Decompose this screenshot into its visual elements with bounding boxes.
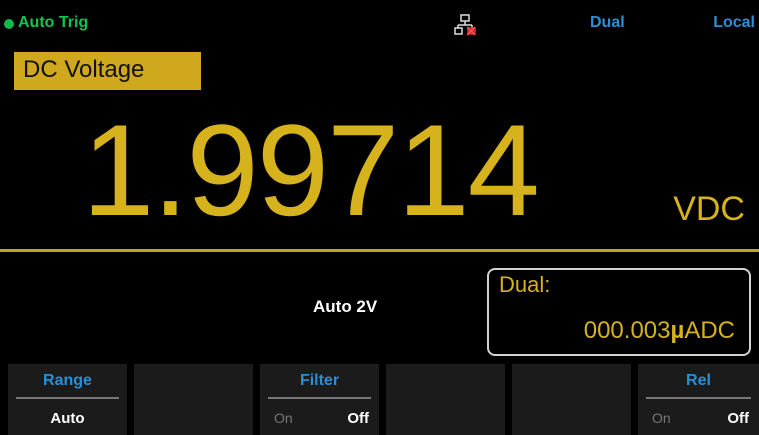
range-info: Auto 2V	[313, 297, 378, 316]
softkey-rel-off: Off	[727, 410, 749, 427]
softkey-bar: Range Auto Filter On Off Rel On Off	[8, 364, 759, 435]
softkey-divider	[646, 397, 751, 399]
dual-status: Dual	[590, 14, 625, 31]
dual-display-panel: Dual: 000.003µADC	[487, 268, 751, 356]
softkey-range-value: Auto	[50, 410, 85, 427]
dual-label: Dual:	[499, 272, 551, 297]
divider	[0, 249, 759, 252]
function-label-text: DC Voltage	[23, 56, 145, 83]
softkey-filter-off: Off	[347, 410, 369, 427]
softkey-divider	[16, 397, 119, 399]
trigger-indicator-icon	[4, 19, 14, 29]
function-label: DC Voltage	[14, 52, 201, 90]
softkey-2[interactable]	[134, 364, 253, 435]
softkey-5[interactable]	[512, 364, 631, 435]
main-reading: 1.99714	[82, 97, 540, 243]
dual-unit: ADC	[684, 317, 735, 344]
softkey-rel-title: Rel	[686, 372, 711, 389]
softkey-range[interactable]: Range Auto	[8, 364, 127, 435]
lan-disconnected-icon	[454, 14, 476, 36]
dual-value: 000.003µADC	[584, 317, 735, 345]
dual-value-number: 000.003	[583, 317, 671, 344]
softkey-rel[interactable]: Rel On Off	[638, 364, 759, 435]
softkey-filter[interactable]: Filter On Off	[260, 364, 379, 435]
dual-unit-prefix: µ	[670, 317, 685, 344]
softkey-range-title: Range	[43, 372, 92, 389]
softkey-divider	[268, 397, 371, 399]
softkey-rel-on: On	[652, 410, 671, 426]
status-bar: Auto Trig Dual Local	[0, 0, 759, 40]
local-status: Local	[713, 14, 755, 31]
softkey-filter-title: Filter	[299, 372, 340, 389]
softkey-4[interactable]	[386, 364, 505, 435]
main-unit: VDC	[673, 190, 745, 228]
trigger-status: Auto Trig	[18, 14, 89, 31]
softkey-filter-on: On	[274, 410, 293, 426]
